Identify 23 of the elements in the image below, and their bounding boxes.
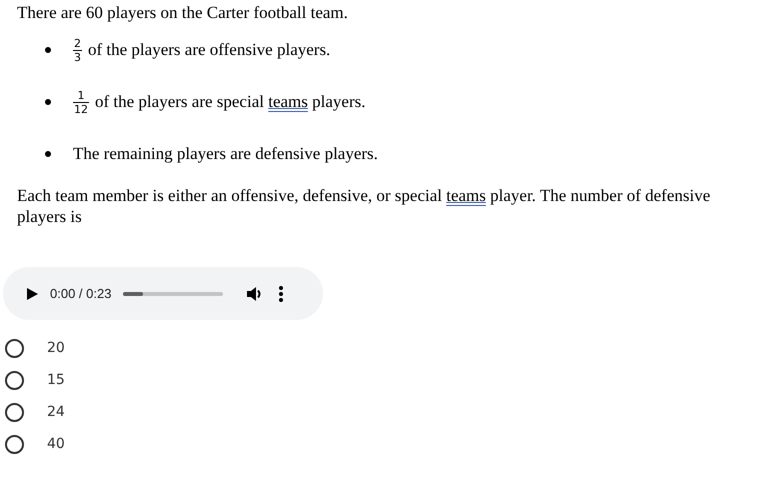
question-text: Each team member is either an offensive, defensive, or special teams player. The number of defensive players is [17,185,712,227]
fraction: 1 12 [73,88,89,116]
more-icon[interactable] [279,286,284,302]
radio-button[interactable] [5,434,24,454]
radio-button[interactable] [5,402,24,422]
volume-icon[interactable] [247,286,264,300]
progress-track[interactable] [123,292,224,296]
radio-button[interactable] [5,338,24,358]
answer-option[interactable]: 40 [0,428,65,460]
bullet-text: of the players are special teams players. [95,91,366,114]
play-icon[interactable] [27,288,38,300]
bullet-icon [45,151,51,157]
bullet-icon [45,47,51,53]
answer-option[interactable]: 24 [0,396,65,428]
time-text: 0:00 / 0:23 [50,284,112,303]
bullet-text: of the players are offensive players. [88,39,330,62]
radio-button[interactable] [5,370,24,390]
answer-option[interactable]: 15 [0,364,65,396]
bullet-icon [45,99,51,105]
answer-option[interactable]: 20 [0,332,65,364]
bullet-text: The remaining players are defensive players. [73,143,378,166]
fraction: 2 3 [73,36,82,64]
intro-text: There are 60 players on the Carter football team. [17,3,349,23]
